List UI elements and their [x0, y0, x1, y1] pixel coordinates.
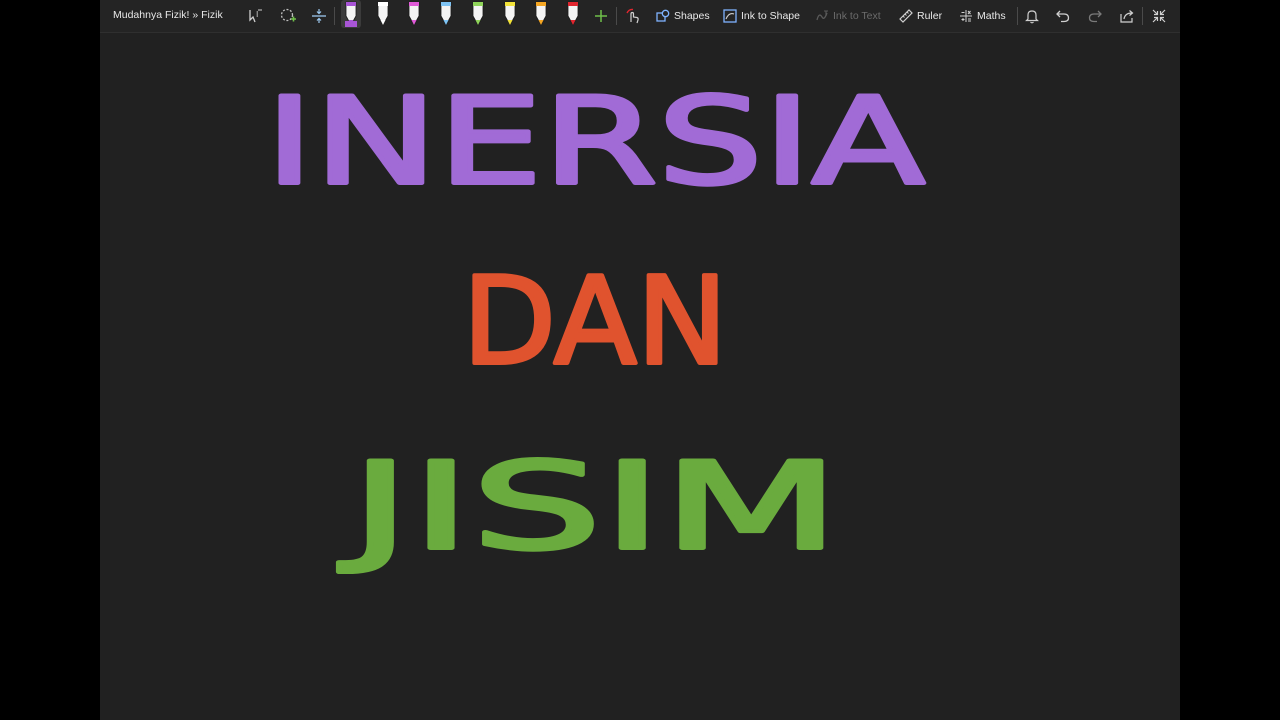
note-canvas[interactable]: INERSIA DAN JISIM [100, 33, 1180, 720]
notification-bell-icon[interactable] [1021, 5, 1043, 27]
maths-icon [960, 10, 972, 22]
toolbar-separator [1142, 7, 1143, 25]
undo-icon[interactable] [1052, 5, 1074, 27]
shapes-label: Shapes [674, 10, 710, 22]
lasso-add-icon[interactable] [277, 5, 299, 27]
onenote-window: Mudahnya Fizik! » Fizik I Shapes Ink to … [100, 0, 1180, 720]
add-pen-icon[interactable] [590, 5, 612, 27]
ink-drawing: INERSIA DAN JISIM [263, 71, 927, 579]
ink-to-shape-button[interactable]: Ink to Shape [723, 7, 800, 25]
add-space-icon[interactable] [308, 5, 330, 27]
ink-to-shape-icon [723, 9, 737, 23]
ink-to-shape-label: Ink to Shape [741, 10, 800, 22]
share-icon[interactable] [1116, 5, 1138, 27]
toolbar-separator [334, 7, 335, 25]
lasso-select-icon[interactable]: I [245, 5, 267, 27]
pen-orange[interactable] [534, 1, 548, 27]
pen-purple[interactable] [341, 0, 361, 28]
pen-lightgreen[interactable] [471, 1, 485, 27]
title-line-2: DAN [463, 253, 728, 392]
pen-white[interactable] [376, 1, 390, 27]
toolbar-separator [1017, 7, 1018, 25]
ruler-button[interactable]: Ruler [899, 7, 942, 25]
ink-to-text-button[interactable]: Ink to Text [815, 7, 881, 25]
title-line-3: JISIM [338, 438, 840, 577]
redo-icon[interactable] [1084, 5, 1106, 27]
title-line-1: INERSIA [265, 73, 925, 212]
shapes-button[interactable]: Shapes [656, 7, 710, 25]
shapes-icon [656, 9, 670, 22]
ink-to-text-label: Ink to Text [833, 10, 881, 22]
ink-to-text-icon [816, 10, 828, 21]
toolbar-separator [616, 7, 617, 25]
touch-draw-icon[interactable] [622, 5, 644, 27]
maths-label: Maths [977, 10, 1006, 22]
pen-yellow[interactable] [503, 1, 517, 27]
ruler-icon [899, 9, 913, 23]
exit-fullscreen-icon[interactable] [1148, 5, 1170, 27]
draw-toolbar: Mudahnya Fizik! » Fizik I Shapes Ink to … [100, 0, 1180, 33]
maths-button[interactable]: Maths [959, 7, 1006, 25]
ruler-label: Ruler [917, 10, 943, 22]
svg-text:I: I [256, 10, 258, 19]
pen-pink[interactable] [407, 1, 421, 27]
pen-red[interactable] [566, 1, 580, 27]
pen-lightblue[interactable] [439, 1, 453, 27]
breadcrumb[interactable]: Mudahnya Fizik! » Fizik [113, 9, 223, 21]
